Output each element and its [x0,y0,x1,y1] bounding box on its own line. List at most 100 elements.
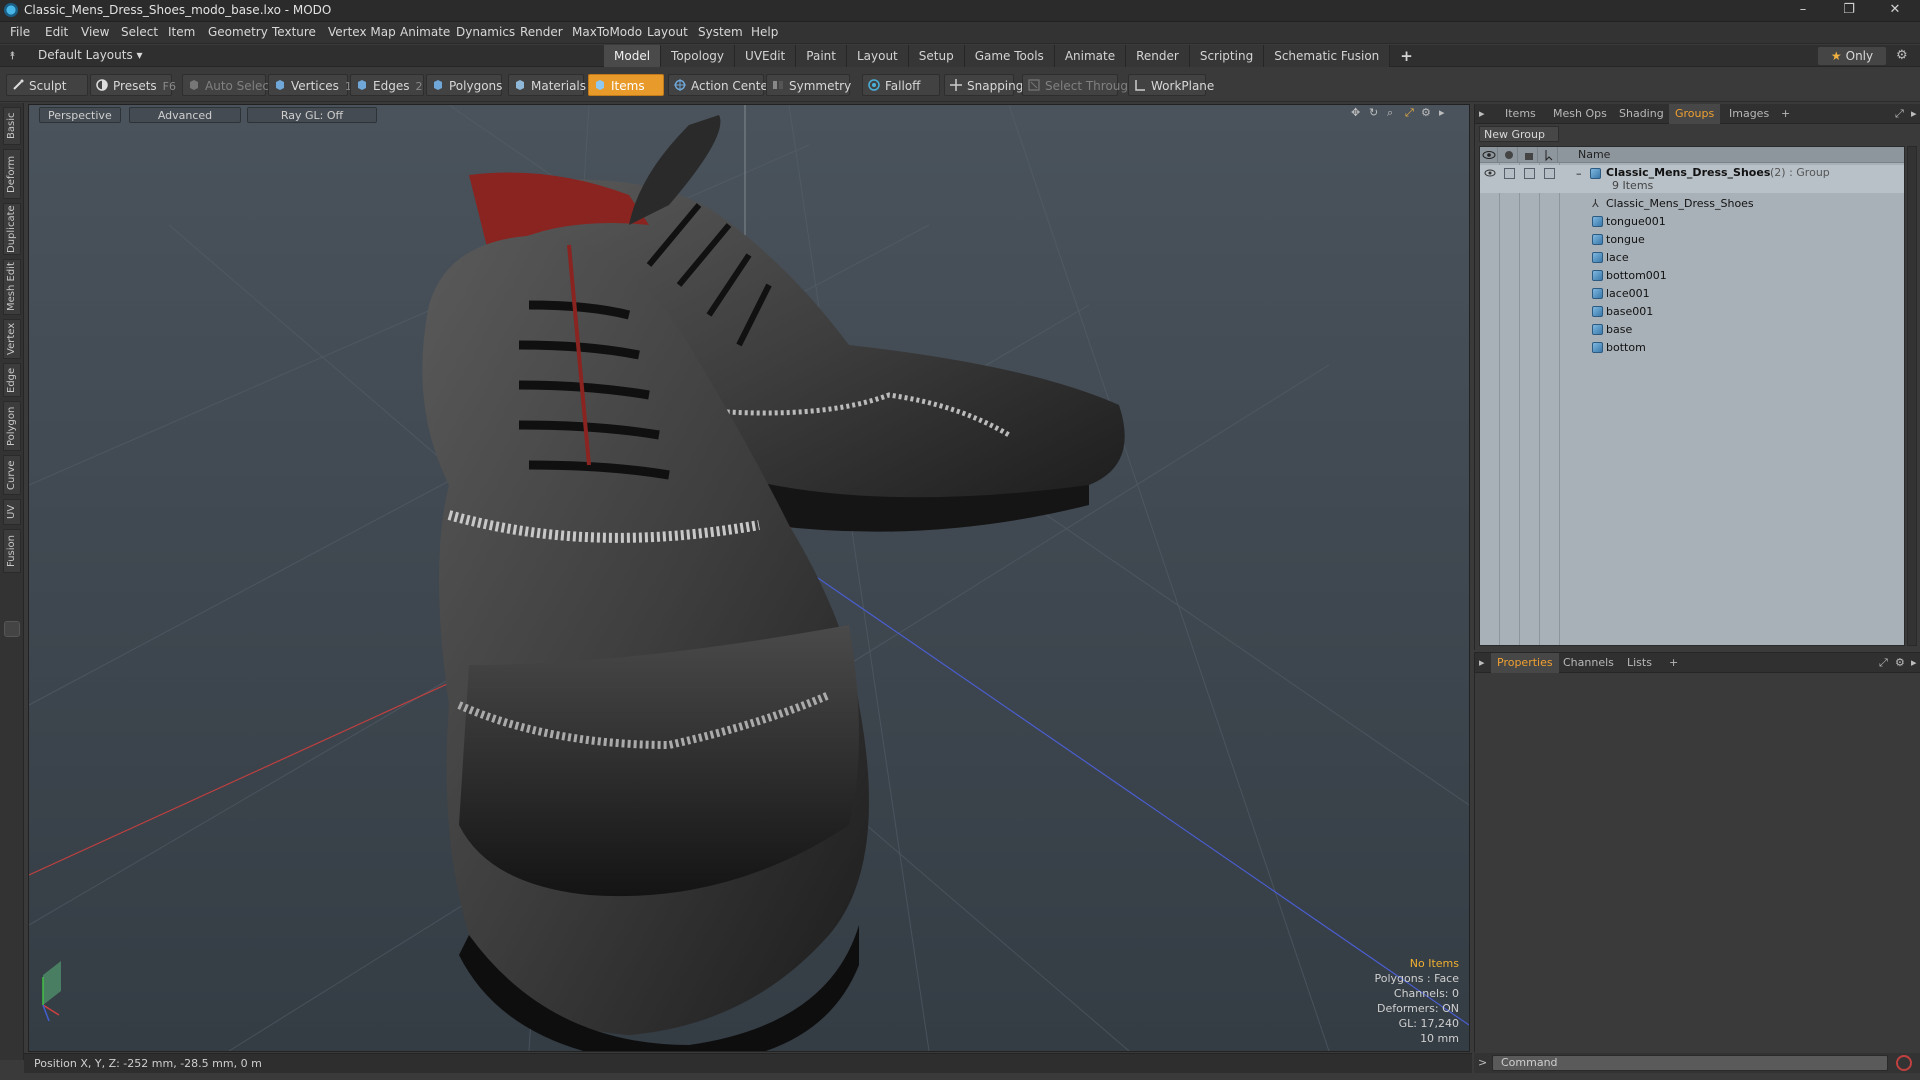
tab-mesh-edit[interactable]: Mesh Edit [3,259,21,315]
panel-menu-icon[interactable]: ▸ [1479,107,1485,120]
falloff-button[interactable]: Falloff [862,74,940,96]
tab-uv[interactable]: UV [3,499,21,525]
list-item[interactable]: tongue [1480,231,1904,249]
select-column-header[interactable] [1540,147,1558,163]
tab-polygon[interactable]: Polygon [3,401,21,451]
render-column-header[interactable] [1500,147,1518,163]
symmetry-button[interactable]: Symmetry [766,74,851,96]
menu-vertex-map[interactable]: Vertex Map [328,25,396,39]
zoom-view-icon[interactable]: ⌕ [1387,106,1393,120]
move-view-icon[interactable]: ✥ [1351,106,1360,119]
menu-maxtomodo[interactable]: MaxToModo [572,25,642,39]
menu-file[interactable]: File [10,25,30,39]
vertices-button[interactable]: Vertices 1 [268,74,352,96]
menu-layout[interactable]: Layout [647,25,688,39]
tab-basic[interactable]: Basic [3,107,21,145]
viewport-expand-icon[interactable]: ▸ [1439,106,1445,119]
group-expand-icon[interactable]: – [1576,167,1582,180]
snapping-button[interactable]: Snapping [944,74,1023,96]
minimize-button[interactable]: – [1780,0,1826,22]
list-item[interactable]: ⅄ Classic_Mens_Dress_Shoes [1480,195,1904,213]
auto-select-button[interactable]: Auto Select [182,74,274,96]
list-item[interactable]: lace [1480,249,1904,267]
panel-expand-icon[interactable]: ⤢ [1879,656,1888,670]
panel-arrow-icon[interactable]: ▸ [1911,656,1917,669]
3d-viewport[interactable]: Perspective Advanced Ray GL: Off ✥ ↻ ⌕ ⤢… [28,104,1470,1052]
menu-system[interactable]: System [698,25,743,39]
rotate-view-icon[interactable]: ↻ [1369,106,1378,119]
list-item[interactable]: lace001 [1480,285,1904,303]
menu-texture[interactable]: Texture [272,25,316,39]
tab-groups[interactable]: Groups [1669,104,1721,124]
edges-button[interactable]: Edges 2 [350,74,424,96]
menu-dynamics[interactable]: Dynamics [456,25,515,39]
menu-help[interactable]: Help [751,25,778,39]
tab-vertex[interactable]: Vertex [3,319,21,359]
tab-shading[interactable]: Shading [1613,104,1670,124]
tab-animate[interactable]: Animate [1054,45,1127,67]
tab-edge[interactable]: Edge [3,363,21,397]
layout-select[interactable]: Default Layouts ▾ [38,48,143,62]
render-toggle[interactable] [1504,168,1515,179]
tab-fusion[interactable]: Fusion [3,529,21,573]
items-button[interactable]: Items [588,74,664,96]
list-item[interactable]: base [1480,321,1904,339]
menu-view[interactable]: View [81,25,109,39]
sculpt-button[interactable]: Sculpt [6,74,88,96]
list-item[interactable]: tongue001 [1480,213,1904,231]
only-toggle[interactable]: ★ Only [1818,47,1886,65]
tab-properties[interactable]: Properties [1491,653,1559,673]
eye-icon[interactable] [1484,168,1496,178]
panel-menu-icon[interactable]: ▸ [1479,656,1485,669]
tab-duplicate[interactable]: Duplicate [3,203,21,255]
tab-items[interactable]: Items [1499,104,1542,124]
tab-scripting[interactable]: Scripting [1189,45,1265,67]
add-panel-tab-button[interactable]: + [1663,653,1684,673]
materials-button[interactable]: Materials [508,74,586,96]
tab-lists[interactable]: Lists [1621,653,1658,673]
action-center-button[interactable]: Action Center [668,74,773,96]
menu-item[interactable]: Item [168,25,195,39]
menu-edit[interactable]: Edit [45,25,68,39]
gear-icon[interactable]: ⚙ [1896,48,1908,63]
close-button[interactable]: ✕ [1872,0,1918,22]
tab-schematic-fusion[interactable]: Schematic Fusion [1264,45,1391,67]
advanced-button[interactable]: Advanced [129,107,241,123]
list-item[interactable]: bottom001 [1480,267,1904,285]
raygl-button[interactable]: Ray GL: Off [247,107,377,123]
tab-mesh-ops[interactable]: Mesh Ops [1547,104,1613,124]
group-row[interactable]: – Classic_Mens_Dress_Shoes (2) : Group 9… [1480,165,1904,193]
tab-topology[interactable]: Topology [661,45,736,67]
fit-view-icon[interactable]: ⤢ [1405,106,1414,120]
command-history-icon[interactable] [1896,1055,1912,1071]
menu-render[interactable]: Render [520,25,563,39]
tab-setup[interactable]: Setup [908,45,965,67]
layout-toggle-icon[interactable]: ⯭ [9,49,16,63]
tab-layout[interactable]: Layout [846,45,909,67]
polygons-button[interactable]: Polygons [426,74,502,96]
panel-expand-icon[interactable]: ⤢ [1895,107,1904,121]
tab-curve[interactable]: Curve [3,455,21,495]
viewport-settings-icon[interactable]: ⚙ [1421,106,1431,119]
list-item[interactable]: bottom [1480,339,1904,357]
name-column-header[interactable]: Name [1578,148,1610,161]
select-through-button[interactable]: Select Through [1022,74,1136,96]
tab-uvedit[interactable]: UVEdit [735,45,797,67]
list-item[interactable]: base001 [1480,303,1904,321]
panel-arrow-icon[interactable]: ▸ [1911,107,1917,120]
tab-game-tools[interactable]: Game Tools [964,45,1055,67]
tab-model[interactable]: Model [604,45,662,67]
panel-settings-icon[interactable]: ⚙ [1895,656,1905,669]
tab-render[interactable]: Render [1126,45,1190,67]
new-group-button[interactable]: New Group [1479,126,1559,142]
presets-button[interactable]: Presets F6 [90,74,176,96]
lock-toggle[interactable] [1524,168,1535,179]
command-input[interactable]: Command [1492,1055,1888,1071]
menu-geometry[interactable]: Geometry [208,25,268,39]
tab-paint[interactable]: Paint [796,45,847,67]
lock-column-header[interactable] [1520,147,1538,163]
tab-images[interactable]: Images [1723,104,1775,124]
menu-select[interactable]: Select [121,25,158,39]
add-panel-tab-button[interactable]: + [1775,104,1796,124]
visibility-column-header[interactable] [1480,147,1498,163]
